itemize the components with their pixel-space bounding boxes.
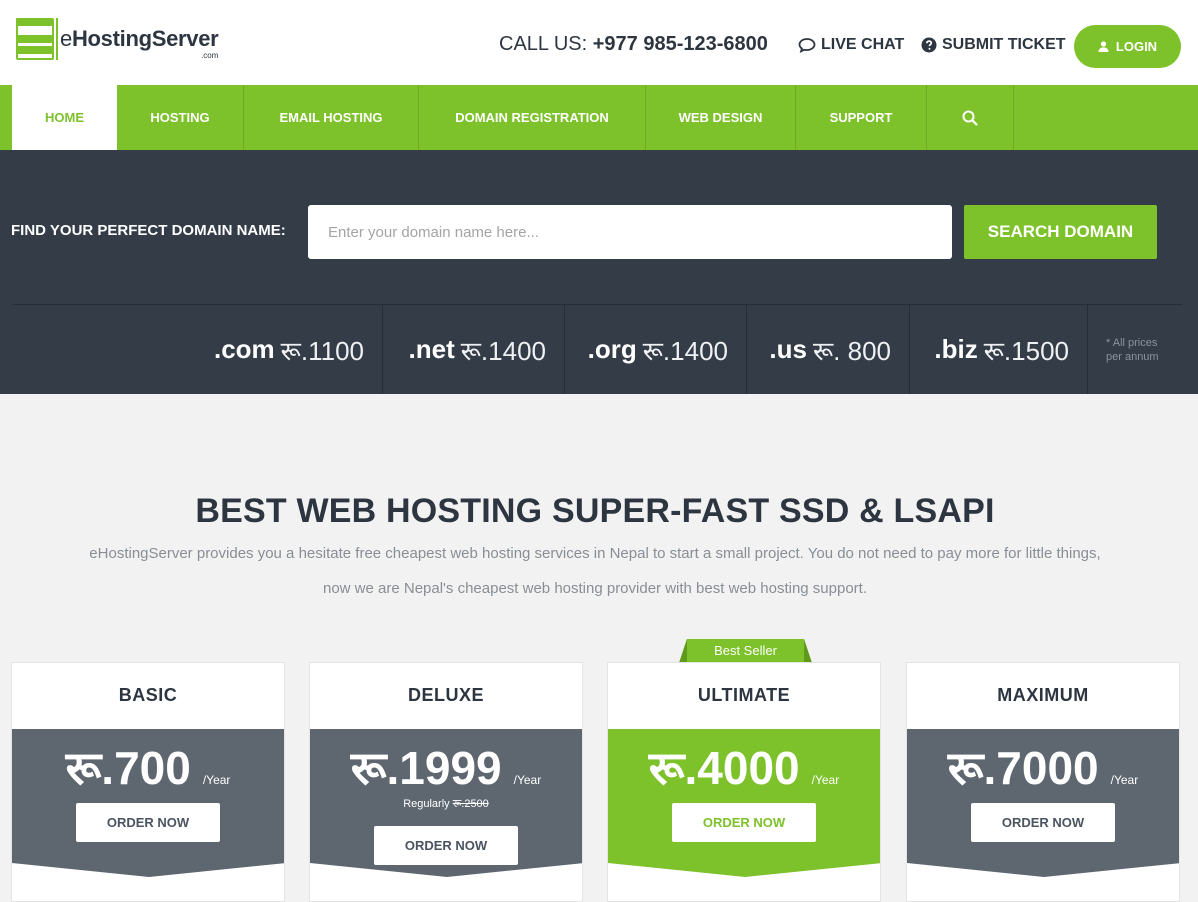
nav-support-label: SUPPORT: [829, 110, 893, 125]
domain-search-input[interactable]: [308, 205, 952, 259]
domain-search-label: FIND YOUR PERFECT DOMAIN NAME:: [11, 222, 286, 239]
login-button[interactable]: LOGIN: [1074, 25, 1181, 68]
tld-price: रू. 800: [812, 335, 891, 366]
nav-item-home[interactable]: HOME: [12, 85, 117, 150]
submit-ticket-link[interactable]: SUBMIT TICKET: [921, 36, 1066, 54]
nav-item-email-hosting[interactable]: EMAIL HOSTING: [244, 85, 419, 150]
question-circle-icon: [921, 37, 937, 53]
plan-name: BASIC: [118, 685, 178, 705]
order-now-button[interactable]: ORDER NOW: [672, 803, 816, 842]
plan-amount: रू.700: [65, 742, 191, 794]
plan-card-ultimate: ULTIMATE रू.4000 /Year ORDER NOW: [607, 662, 881, 902]
plan-price-band: रू.700 /Year ORDER NOW: [12, 729, 284, 877]
domain-search-section: FIND YOUR PERFECT DOMAIN NAME: SEARCH DO…: [0, 150, 1198, 394]
nav-item-web-design[interactable]: WEB DESIGN: [646, 85, 796, 150]
nav-home-label: HOME: [45, 110, 84, 125]
best-seller-label: Best Seller: [714, 643, 777, 658]
nav-domain-registration-label: DOMAIN REGISTRATION: [455, 110, 609, 125]
plan-regular-price: Regularly रू.2500: [310, 796, 582, 811]
plan-card-basic: BASIC रू.700 /Year ORDER NOW: [11, 662, 285, 902]
tld-ext: .com: [213, 334, 275, 364]
nav-left-pad: [0, 85, 12, 150]
tld-price: रू.1400: [642, 335, 728, 366]
tld-note-line2: per annum: [1106, 351, 1159, 363]
plan-price: रू.7000 /Year: [907, 743, 1179, 793]
tld-price-net[interactable]: .net रू.1400: [383, 305, 565, 394]
logo-name: HostingServer: [71, 26, 219, 51]
hosting-description: eHostingServer provides you a hesitate f…: [20, 536, 1170, 606]
tld-note-line1: * All prices: [1106, 337, 1158, 349]
plan-period: /Year: [202, 773, 231, 787]
tld-price: रू.1100: [280, 335, 364, 366]
order-now-button[interactable]: ORDER NOW: [76, 803, 220, 842]
logo-text: eHostingServer .com: [60, 26, 219, 60]
search-icon: [962, 110, 978, 126]
call-us-label: CALL US:: [499, 33, 588, 55]
regular-label: Regularly: [403, 798, 450, 810]
submit-ticket-label: SUBMIT TICKET: [942, 36, 1066, 53]
plan-amount: रू.7000: [947, 742, 1099, 794]
order-now-button[interactable]: ORDER NOW: [971, 803, 1115, 842]
tld-price-list: .com रू.1100 .net रू.1400 .org रू.1400 .…: [0, 305, 1198, 394]
nav-web-design-label: WEB DESIGN: [678, 110, 763, 125]
server-icon: [16, 18, 54, 60]
plan-price: रू.1999 /Year: [310, 743, 582, 793]
logo-prefix: e: [60, 26, 72, 51]
live-chat-link[interactable]: LIVE CHAT: [798, 36, 904, 54]
nav-item-support[interactable]: SUPPORT: [796, 85, 927, 150]
plan-card-deluxe: DELUXE रू.1999 /Year Regularly रू.2500 O…: [309, 662, 583, 902]
chat-icon: [798, 38, 816, 53]
plan-price-band: रू.1999 /Year Regularly रू.2500 ORDER NO…: [310, 729, 582, 877]
nav-hosting-label: HOSTING: [150, 110, 210, 125]
plan-price: रू.4000 /Year: [608, 743, 880, 793]
order-now-button[interactable]: ORDER NOW: [374, 826, 518, 865]
tld-price-us[interactable]: .us रू. 800: [747, 305, 910, 394]
plan-period: /Year: [811, 773, 840, 787]
plan-price: रू.700 /Year: [12, 743, 284, 793]
plan-period: /Year: [1110, 773, 1139, 787]
description-line1: eHostingServer provides you a hesitate f…: [89, 545, 1101, 562]
plan-period: /Year: [513, 773, 542, 787]
search-domain-button[interactable]: SEARCH DOMAIN: [964, 205, 1157, 259]
plan-price-band: रू.4000 /Year ORDER NOW: [608, 729, 880, 877]
plan-name: MAXIMUM: [997, 685, 1089, 705]
tld-price-biz[interactable]: .biz रू.1500: [910, 305, 1088, 394]
tld-ext: .net: [408, 334, 455, 364]
hosting-heading: BEST WEB HOSTING SUPER-FAST SSD & LSAPI: [195, 492, 995, 530]
main-nav: HOME HOSTING EMAIL HOSTING DOMAIN REGIST…: [12, 85, 1198, 150]
tld-price: रू.1400: [460, 335, 546, 366]
plan-price-band: रू.7000 /Year ORDER NOW: [907, 729, 1179, 877]
nav-email-hosting-label: EMAIL HOSTING: [279, 110, 383, 125]
tld-price-note: * All prices per annum: [1106, 336, 1159, 364]
plan-amount: रू.4000: [648, 742, 800, 794]
site-logo[interactable]: eHostingServer .com: [16, 18, 219, 60]
call-us: CALL US: +977 985-123-6800: [499, 33, 768, 56]
plan-amount: रू.1999: [350, 742, 502, 794]
plan-name: ULTIMATE: [697, 685, 791, 705]
tld-ext: .org: [587, 334, 637, 364]
login-label: LOGIN: [1115, 39, 1158, 54]
plan-card-maximum: MAXIMUM रू.7000 /Year ORDER NOW: [906, 662, 1180, 902]
logo-divider: [56, 18, 58, 60]
tld-ext: .biz: [934, 334, 978, 364]
description-line2: now we are Nepal's cheapest web hosting …: [322, 580, 867, 597]
nav-item-hosting[interactable]: HOSTING: [117, 85, 244, 150]
logo-tld: .com: [201, 51, 219, 60]
phone-number[interactable]: +977 985-123-6800: [593, 33, 768, 55]
user-icon: [1098, 41, 1109, 52]
tld-ext: .us: [769, 334, 807, 364]
top-header: eHostingServer .com CALL US: +977 985-12…: [0, 0, 1198, 85]
nav-item-domain-registration[interactable]: DOMAIN REGISTRATION: [419, 85, 646, 150]
plan-name: DELUXE: [407, 685, 484, 705]
tld-price: रू.1500: [983, 335, 1069, 366]
nav-search-button[interactable]: [927, 85, 1014, 150]
tld-price-org[interactable]: .org रू.1400: [565, 305, 747, 394]
regular-amount: रू.2500: [452, 798, 489, 810]
tld-price-com[interactable]: .com रू.1100: [12, 305, 383, 394]
live-chat-label: LIVE CHAT: [821, 36, 905, 53]
